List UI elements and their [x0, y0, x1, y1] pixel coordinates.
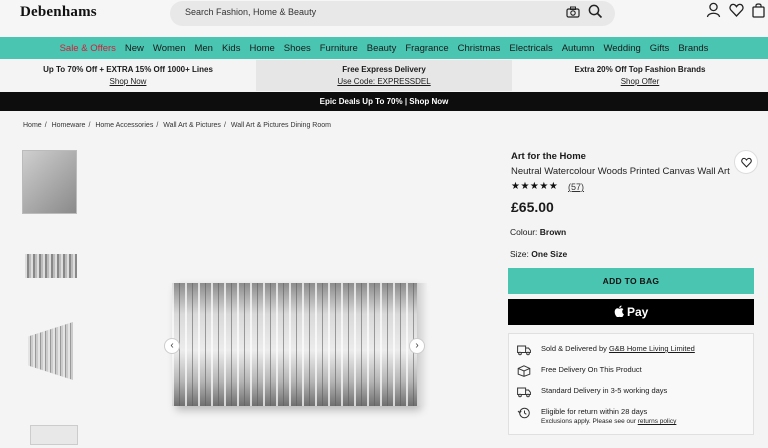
main-nav: Sale & Offers New Women Men Kids Home Sh…: [0, 37, 768, 59]
search-input[interactable]: Search Fashion, Home & Beauty: [185, 7, 316, 17]
free-delivery-text: Free Delivery On This Product: [541, 365, 642, 374]
nav-item-autumn[interactable]: Autumn: [557, 43, 599, 54]
box-icon: [517, 365, 531, 377]
colour-value: Brown: [539, 227, 567, 237]
thumbnail-side[interactable]: [30, 425, 78, 445]
breadcrumb-item[interactable]: Home: [23, 122, 42, 129]
nav-item-furniture[interactable]: Furniture: [315, 43, 362, 54]
returns-note: Exclusions apply. Please see our: [541, 418, 638, 425]
logo[interactable]: Debenhams: [20, 4, 97, 21]
thumbnail-room[interactable]: [22, 150, 77, 214]
search-bar[interactable]: Search Fashion, Home & Beauty: [170, 1, 615, 26]
sold-by-row: Sold & Delivered by G&B Home Living Limi…: [517, 344, 695, 356]
apple-icon: [614, 305, 624, 318]
promo-title: Up To 70% Off + EXTRA 15% Off 1000+ Line…: [43, 65, 213, 74]
nav-item-christmas[interactable]: Christmas: [453, 43, 505, 54]
camera-icon[interactable]: [566, 6, 580, 18]
colour-selector: Colour: Brown: [510, 227, 566, 237]
nav-item-home[interactable]: Home: [245, 43, 279, 54]
product-title: Neutral Watercolour Woods Printed Canvas…: [511, 166, 730, 177]
product-brand[interactable]: Art for the Home: [511, 151, 586, 162]
nav-item-kids[interactable]: Kids: [217, 43, 244, 54]
product-price: £65.00: [511, 199, 554, 215]
nav-item-fragrance[interactable]: Fragrance: [401, 43, 453, 54]
gallery-prev-button[interactable]: ‹: [164, 338, 180, 354]
colour-label: Colour:: [510, 227, 538, 237]
site-header: Debenhams Search Fashion, Home & Beauty: [0, 0, 768, 36]
truck-icon: [517, 387, 531, 398]
bag-icon[interactable]: [751, 2, 766, 18]
nav-item-wedding[interactable]: Wedding: [599, 43, 645, 54]
promo-link[interactable]: Shop Now: [0, 77, 256, 86]
wishlist-button[interactable]: [734, 150, 758, 174]
standard-delivery-row: Standard Delivery in 3-5 working days: [517, 386, 667, 398]
nav-item-beauty[interactable]: Beauty: [362, 43, 401, 54]
user-icon[interactable]: [706, 2, 721, 18]
returns-row: Eligible for return within 28 days Exclu…: [517, 407, 676, 427]
breadcrumb: Home / Homeware / Home Accessories / Wall A…: [23, 122, 331, 129]
rating-stars: ★★★★★: [511, 181, 559, 192]
add-to-bag-button[interactable]: ADD TO BAG: [508, 268, 754, 294]
standard-delivery-text: Standard Delivery in 3-5 working days: [541, 386, 668, 395]
promo-title: Free Express Delivery: [342, 65, 426, 74]
breadcrumb-item[interactable]: Home Accessories: [95, 122, 153, 129]
heart-icon[interactable]: [729, 2, 744, 18]
size-selector: Size: One Size: [510, 249, 567, 259]
returns-clock-icon: [517, 407, 530, 419]
thumbnail-front[interactable]: [25, 254, 77, 278]
promo-link[interactable]: Use Code: EXPRESSDEL: [256, 77, 512, 86]
nav-item-shoes[interactable]: Shoes: [279, 43, 315, 54]
promo-fashion[interactable]: Extra 20% Off Top Fashion Brands Shop Of…: [512, 60, 768, 91]
delivery-info-panel: Sold & Delivered by G&B Home Living Limi…: [508, 333, 754, 435]
promo-strip: Up To 70% Off + EXTRA 15% Off 1000+ Line…: [0, 60, 768, 91]
size-value: One Size: [531, 249, 568, 259]
sold-by-prefix: Sold & Delivered by: [541, 344, 609, 353]
free-delivery-row: Free Delivery On This Product: [517, 365, 642, 377]
nav-item-women[interactable]: Women: [148, 43, 190, 54]
truck-icon: [517, 345, 531, 356]
breadcrumb-item[interactable]: Wall Art & Pictures Dining Room: [231, 122, 331, 129]
nav-item-brands[interactable]: Brands: [674, 43, 713, 54]
apple-pay-button[interactable]: Pay: [508, 299, 754, 325]
nav-item-gifts[interactable]: Gifts: [645, 43, 674, 54]
nav-item-sale[interactable]: Sale & Offers: [55, 43, 120, 54]
nav-item-electricals[interactable]: Electricals: [505, 43, 557, 54]
gallery-next-button[interactable]: ›: [409, 338, 425, 354]
nav-item-men[interactable]: Men: [190, 43, 217, 54]
seller-link[interactable]: G&B Home Living Limited: [609, 344, 695, 353]
apple-pay-label: Pay: [623, 305, 649, 319]
promo-title: Extra 20% Off Top Fashion Brands: [574, 65, 706, 74]
thumbnail-angle[interactable]: [28, 322, 73, 380]
product-image: [172, 283, 417, 406]
size-label: Size:: [510, 249, 529, 259]
deals-banner[interactable]: Epic Deals Up To 70% | Shop Now: [0, 92, 768, 111]
nav-item-new[interactable]: New: [120, 43, 148, 54]
review-count-link[interactable]: (57): [568, 182, 584, 192]
promo-delivery[interactable]: Free Express Delivery Use Code: EXPRESSD…: [256, 60, 512, 91]
promo-sale[interactable]: Up To 70% Off + EXTRA 15% Off 1000+ Line…: [0, 60, 256, 91]
heart-icon: [741, 157, 752, 168]
breadcrumb-item[interactable]: Wall Art & Pictures: [163, 122, 221, 129]
returns-text: Eligible for return within 28 days: [541, 407, 648, 416]
returns-policy-link[interactable]: returns policy: [638, 418, 677, 425]
promo-link[interactable]: Shop Offer: [512, 77, 768, 86]
search-icon[interactable]: [588, 4, 603, 19]
breadcrumb-item[interactable]: Homeware: [52, 122, 86, 129]
